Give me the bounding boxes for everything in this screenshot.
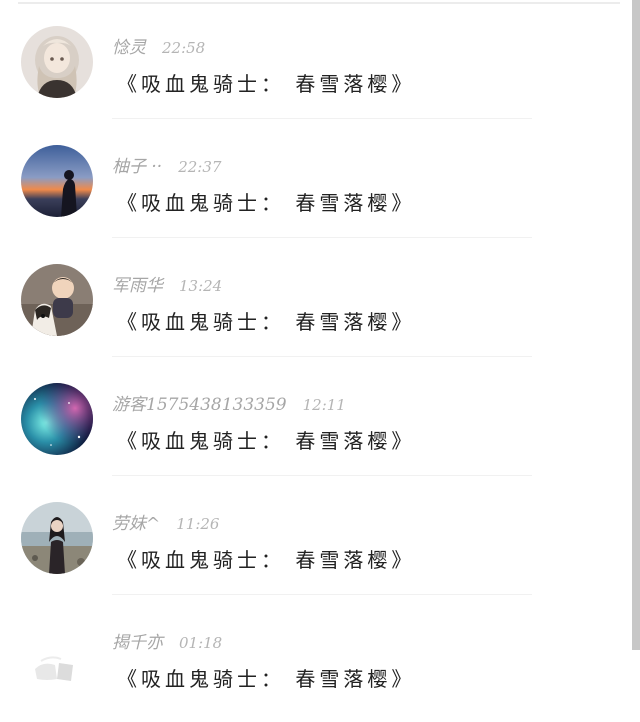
comment-meta: 揭千亦 01:18: [112, 628, 223, 653]
user-avatar[interactable]: [21, 26, 93, 98]
username[interactable]: 劳妹^: [112, 509, 160, 534]
sunset-silhouette-avatar: [21, 145, 93, 217]
user-avatar[interactable]: [21, 383, 93, 455]
comment-page: 惗灵 22:58 《吸血鬼骑士： 春雪落樱》 柚子 ·· 22:37 《吸血鬼骑…: [0, 0, 640, 722]
username[interactable]: 柚子 ··: [112, 152, 162, 177]
comment-item: 游客1575438133359 12:11 《吸血鬼骑士： 春雪落樱》: [0, 357, 632, 476]
comment-item: 军雨华 13:24 《吸血鬼骑士： 春雪落樱》: [0, 238, 632, 357]
anime-girl-avatar: [21, 26, 93, 98]
user-avatar[interactable]: [21, 264, 93, 336]
beach-girl-avatar: [21, 502, 93, 574]
comment-meta: 柚子 ·· 22:37: [112, 152, 222, 177]
scrollbar[interactable]: [632, 0, 640, 650]
timestamp: 11:26: [176, 515, 220, 533]
timestamp: 13:24: [179, 277, 223, 295]
comment-meta: 劳妹^ 11:26: [112, 509, 220, 534]
comment-item: 惗灵 22:58 《吸血鬼骑士： 春雪落樱》: [0, 0, 632, 119]
comment-meta: 游客1575438133359 12:11: [112, 390, 346, 415]
comment-item: 劳妹^ 11:26 《吸血鬼骑士： 春雪落樱》: [0, 476, 632, 595]
comment-text: 《吸血鬼骑士： 春雪落樱》: [117, 429, 416, 453]
comment-text: 《吸血鬼骑士： 春雪落樱》: [117, 667, 416, 691]
username[interactable]: 揭千亦: [112, 628, 163, 653]
comment-item: 揭千亦 01:18 《吸血鬼骑士： 春雪落樱》: [0, 595, 632, 714]
timestamp: 22:37: [178, 158, 222, 176]
user-avatar[interactable]: [21, 145, 93, 217]
comment-meta: 军雨华 13:24: [112, 271, 223, 296]
comment-text: 《吸血鬼骑士： 春雪落樱》: [117, 310, 416, 334]
comment-item: 柚子 ·· 22:37 《吸血鬼骑士： 春雪落樱》: [0, 119, 632, 238]
comment-meta: 惗灵 22:58: [112, 33, 206, 58]
timestamp: 01:18: [179, 634, 223, 652]
galaxy-nebula-avatar: [21, 383, 93, 455]
user-avatar[interactable]: [21, 621, 93, 693]
username[interactable]: 游客1575438133359: [112, 390, 287, 415]
timestamp: 22:58: [162, 39, 206, 57]
username[interactable]: 惗灵: [112, 33, 146, 58]
comment-text: 《吸血鬼骑士： 春雪落樱》: [117, 548, 416, 572]
faded-sketch-avatar: [21, 621, 93, 693]
username[interactable]: 军雨华: [112, 271, 163, 296]
comment-text: 《吸血鬼骑士： 春雪落樱》: [117, 191, 416, 215]
timestamp: 12:11: [302, 396, 346, 414]
comment-text: 《吸血鬼骑士： 春雪落樱》: [117, 72, 416, 96]
user-avatar[interactable]: [21, 502, 93, 574]
child-with-dog-avatar: [21, 264, 93, 336]
